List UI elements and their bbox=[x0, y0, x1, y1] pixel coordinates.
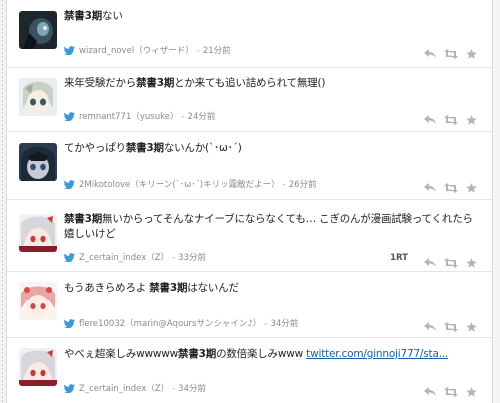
tweet-2: 来年受験だから禁書3期とか来ても追い詰められて無理() remnant771（y… bbox=[7, 68, 492, 132]
tweet-display-name: （yusuke） bbox=[131, 112, 179, 122]
tweet-username[interactable]: flere10032 bbox=[79, 319, 125, 329]
tweet-text: てかやっぱり禁書3期ないんか(`･ω･´) bbox=[64, 142, 242, 154]
tweet-actions bbox=[422, 110, 482, 125]
tweet-time[interactable]: 21分前 bbox=[203, 46, 231, 56]
favorite-icon[interactable] bbox=[466, 382, 477, 401]
tweet-timeline: 禁書3期ない wizard_novel（ウィザード） -21分前 来年受験だから… bbox=[7, 0, 492, 403]
twitter-bird-icon bbox=[64, 319, 75, 333]
favorite-icon[interactable] bbox=[466, 317, 477, 336]
twitter-bird-icon bbox=[64, 180, 75, 194]
twitter-bird-icon bbox=[64, 112, 75, 126]
tweet-meta: 2Mikotolove（キリーン(`･ω･´)キリッ霧敵だよー） -26分前 bbox=[64, 178, 317, 192]
tweet-text: やべぇ超楽しみwwwww禁書3期の数倍楽しみwww twitter.com/gi… bbox=[64, 348, 449, 360]
retweet-icon[interactable] bbox=[444, 44, 458, 63]
favorite-icon[interactable] bbox=[466, 44, 477, 63]
tweet-username[interactable]: wizard_novel bbox=[79, 46, 134, 56]
reply-icon[interactable] bbox=[424, 110, 436, 129]
tweet-time[interactable]: 24分前 bbox=[188, 112, 216, 122]
tweet-display-name: （ウィザード） bbox=[134, 46, 194, 56]
avatar-z-certain-index[interactable] bbox=[19, 348, 57, 386]
tweet-1: 禁書3期ない wizard_novel（ウィザード） -21分前 bbox=[7, 0, 492, 68]
tweet-actions bbox=[422, 178, 482, 193]
tweet-username[interactable]: remnant771 bbox=[79, 112, 131, 122]
tweet-text: 来年受験だから禁書3期とか来ても追い詰められて無理() bbox=[64, 77, 326, 89]
tweet-username[interactable]: Z_certain_index bbox=[79, 253, 146, 263]
tweet-meta: Z_certain_index（Z） -33分前 bbox=[64, 251, 206, 265]
retweet-count: 1RT bbox=[390, 253, 408, 263]
keyword-highlight: 禁書3期 bbox=[136, 77, 175, 89]
tweet-meta: wizard_novel（ウィザード） -21分前 bbox=[64, 44, 231, 58]
tweet-display-name: （marin@Aqoursサンシャイン♪） bbox=[125, 319, 262, 329]
tweet-link[interactable]: twitter.com/ginnoji777/sta... bbox=[306, 348, 448, 360]
retweet-icon[interactable] bbox=[444, 178, 458, 197]
left-page-edge bbox=[0, 0, 7, 403]
tweet-time[interactable]: 26分前 bbox=[289, 180, 317, 190]
tweet-meta: Z_certain_index（Z） -34分前 bbox=[64, 382, 206, 396]
tweet-time[interactable]: 34分前 bbox=[270, 319, 298, 329]
tweet-meta: remnant771（yusuke） -24分前 bbox=[64, 110, 215, 124]
reply-icon[interactable] bbox=[424, 253, 436, 272]
twitter-bird-icon bbox=[64, 46, 75, 60]
keyword-highlight: 禁書3期 bbox=[64, 10, 103, 22]
keyword-highlight: 禁書3期 bbox=[149, 282, 188, 294]
right-page-edge bbox=[492, 0, 500, 403]
reply-icon[interactable] bbox=[424, 317, 436, 336]
keyword-highlight: 禁書3期 bbox=[64, 213, 103, 225]
tweet-5: もうあきらめろよ 禁書3期はないんだ flere10032（marin@Aqou… bbox=[7, 272, 492, 338]
retweet-icon[interactable] bbox=[444, 382, 458, 401]
retweet-icon[interactable] bbox=[444, 317, 458, 336]
tweet-3: てかやっぱり禁書3期ないんか(`･ω･´) 2Mikotolove（キリーン(`… bbox=[7, 132, 492, 200]
tweet-time[interactable]: 33分前 bbox=[178, 253, 206, 263]
keyword-highlight: 禁書3期 bbox=[125, 142, 164, 154]
retweet-icon[interactable] bbox=[444, 253, 458, 272]
tweet-username[interactable]: Z_certain_index bbox=[79, 384, 146, 394]
reply-icon[interactable] bbox=[424, 44, 436, 63]
tweet-actions bbox=[422, 253, 482, 268]
avatar-z-certain-index[interactable] bbox=[19, 214, 57, 252]
tweet-actions bbox=[422, 317, 482, 332]
twitter-bird-icon bbox=[64, 384, 75, 398]
favorite-icon[interactable] bbox=[466, 178, 477, 197]
favorite-icon[interactable] bbox=[466, 253, 477, 272]
tweet-actions bbox=[422, 44, 482, 59]
avatar-flere10032[interactable] bbox=[19, 282, 57, 320]
tweet-username[interactable]: 2Mikotolove bbox=[79, 180, 130, 190]
tweet-6: やべぇ超楽しみwwwww禁書3期の数倍楽しみwww twitter.com/gi… bbox=[7, 338, 492, 403]
tweet-4: 禁書3期無いからってそんなナイーブにならなくても… こぎのんが漫画試験ってくれた… bbox=[7, 200, 492, 272]
tweet-time[interactable]: 34分前 bbox=[178, 384, 206, 394]
tweet-text: 禁書3期無いからってそんなナイーブにならなくても… こぎのんが漫画試験ってくれた… bbox=[64, 213, 473, 240]
twitter-bird-icon bbox=[64, 253, 75, 267]
avatar-wizard-novel[interactable] bbox=[19, 11, 57, 49]
keyword-highlight: 禁書3期 bbox=[178, 348, 217, 360]
favorite-icon[interactable] bbox=[466, 110, 477, 129]
tweet-actions bbox=[422, 382, 482, 397]
tweet-meta: flere10032（marin@Aqoursサンシャイン♪） -34分前 bbox=[64, 317, 298, 331]
reply-icon[interactable] bbox=[424, 382, 436, 401]
tweet-text: もうあきらめろよ 禁書3期はないんだ bbox=[64, 282, 239, 294]
tweet-display-name: （Z） bbox=[146, 253, 170, 263]
tweet-display-name: （Z） bbox=[146, 384, 170, 394]
retweet-icon[interactable] bbox=[444, 110, 458, 129]
avatar-2mikotolove[interactable] bbox=[19, 143, 57, 181]
reply-icon[interactable] bbox=[424, 178, 436, 197]
tweet-display-name: （キリーン(`･ω･´)キリッ霧敵だよー） bbox=[130, 180, 280, 190]
avatar-remnant771[interactable] bbox=[19, 78, 57, 116]
tweet-text: 禁書3期ない bbox=[64, 10, 123, 22]
